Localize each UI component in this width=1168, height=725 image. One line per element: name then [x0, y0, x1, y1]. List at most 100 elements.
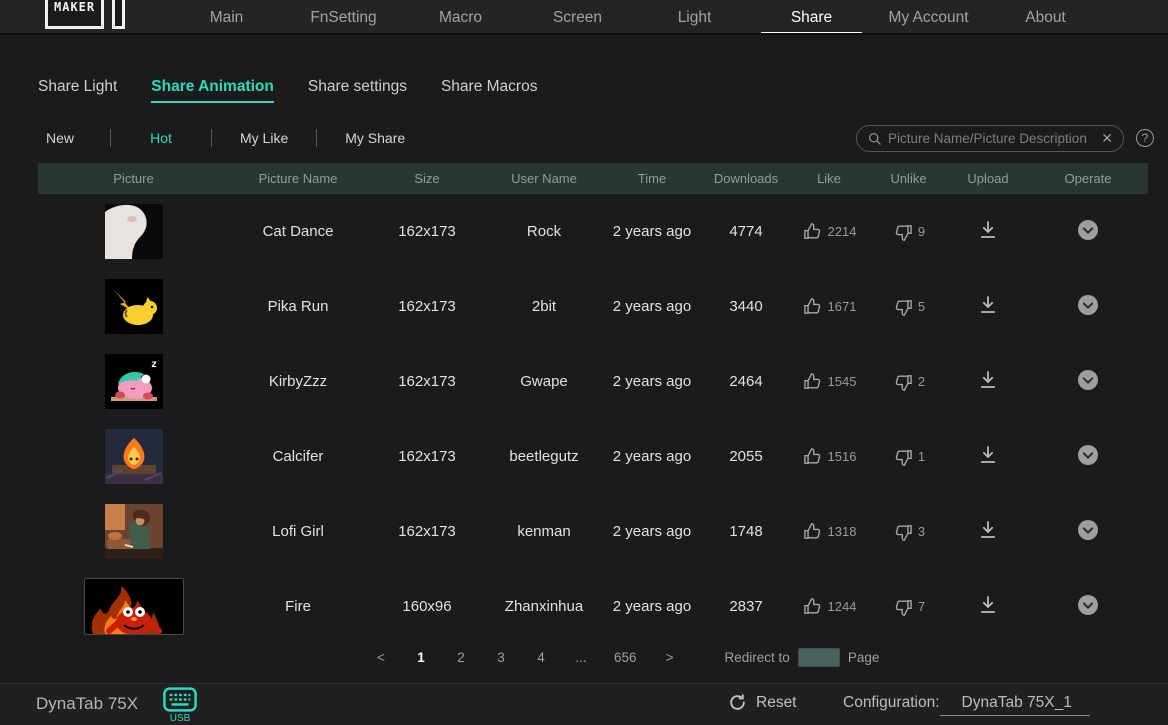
- user-name: Gwape: [520, 373, 568, 390]
- thumbs-down-icon[interactable]: [892, 521, 914, 543]
- download-icon[interactable]: [976, 443, 1000, 467]
- nav-item-share[interactable]: Share: [753, 0, 870, 33]
- thumbs-up-icon[interactable]: [802, 521, 824, 543]
- page-button-4[interactable]: 4: [534, 650, 548, 665]
- tab-share-macros[interactable]: Share Macros: [441, 78, 537, 103]
- upload-time: 2 years ago: [612, 223, 692, 240]
- configuration-label: Configuration:: [843, 694, 940, 711]
- thumbs-down-icon[interactable]: [892, 446, 914, 468]
- download-icon[interactable]: [976, 293, 1000, 317]
- col-downloads: Downloads: [713, 171, 779, 186]
- configuration-group: Configuration: DynaTab 75X_1: [843, 694, 1090, 716]
- thumbnail-cat-dance[interactable]: [104, 204, 163, 259]
- page-button-3[interactable]: 3: [494, 650, 508, 665]
- filter-new[interactable]: New: [38, 130, 82, 146]
- operate-expand-icon[interactable]: [1076, 368, 1100, 392]
- filter-my-share[interactable]: My Share: [345, 130, 405, 146]
- picture-size: 162x173: [398, 223, 456, 240]
- col-size: Size: [414, 171, 440, 186]
- operate-expand-icon[interactable]: [1076, 593, 1100, 617]
- table-row: Calcifer 162x173 beetlegutz 2 years ago …: [38, 419, 1148, 494]
- picture-size: 162x173: [398, 298, 456, 315]
- filter-hot[interactable]: Hot: [139, 130, 183, 146]
- like-count: 1545: [827, 374, 857, 389]
- tab-share-settings[interactable]: Share settings: [308, 78, 407, 103]
- filter-bar: New Hot My Like My Share ✕ ?: [38, 124, 1154, 152]
- download-count: 1748: [729, 523, 763, 540]
- table-row: Fire 160x96 Zhanxinhua 2 years ago 2837 …: [38, 569, 1148, 644]
- page-button-2[interactable]: 2: [454, 650, 468, 665]
- unlike-count: 9: [917, 224, 926, 239]
- configuration-value[interactable]: DynaTab 75X_1: [939, 694, 1090, 716]
- like-count: 2214: [827, 224, 857, 239]
- thumbnail-pika-run[interactable]: [104, 279, 163, 334]
- tab-share-animation[interactable]: Share Animation: [151, 78, 274, 103]
- thumbs-down-icon[interactable]: [892, 596, 914, 618]
- nav-item-main[interactable]: Main: [168, 0, 285, 33]
- page-button-1[interactable]: 1: [414, 650, 428, 665]
- picture-size: 162x173: [398, 448, 456, 465]
- nav-item-about[interactable]: About: [987, 0, 1104, 33]
- logo-maker-box: MAKER: [45, 0, 105, 29]
- tab-share-light[interactable]: Share Light: [38, 78, 117, 103]
- user-name: kenman: [517, 523, 571, 540]
- redirect-page-input[interactable]: [797, 648, 840, 667]
- download-icon[interactable]: [976, 368, 1000, 392]
- divider: [211, 129, 212, 147]
- search-input[interactable]: [888, 130, 1096, 146]
- col-user-name: User Name: [511, 171, 577, 186]
- nav-item-my-account[interactable]: My Account: [870, 0, 987, 33]
- usb-label: USB: [169, 713, 191, 724]
- table-row: Pika Run 162x173 2bit 2 years ago 3440 1…: [38, 269, 1148, 344]
- nav-item-fnsetting[interactable]: FnSetting: [285, 0, 402, 33]
- thumbs-down-icon[interactable]: [892, 221, 914, 243]
- like-count: 1318: [827, 524, 857, 539]
- picture-name: Fire: [285, 598, 311, 615]
- nav-item-screen[interactable]: Screen: [519, 0, 636, 33]
- operate-expand-icon[interactable]: [1076, 443, 1100, 467]
- picture-name: Cat Dance: [262, 223, 334, 240]
- operate-expand-icon[interactable]: [1076, 293, 1100, 317]
- clear-search-icon[interactable]: ✕: [1101, 130, 1113, 147]
- redirect-label: Redirect to: [724, 650, 790, 665]
- thumbnail-calcifer[interactable]: [104, 429, 163, 484]
- thumbs-down-icon[interactable]: [892, 371, 914, 393]
- picture-name: Pika Run: [267, 298, 329, 315]
- nav-item-light[interactable]: Light: [636, 0, 753, 33]
- col-unlike: Unlike: [890, 171, 927, 186]
- table-row: Cat Dance 162x173 Rock 2 years ago 4774 …: [38, 194, 1148, 269]
- usb-connection-button[interactable]: USB: [163, 687, 197, 724]
- col-picture: Picture: [113, 171, 154, 186]
- download-icon[interactable]: [976, 593, 1000, 617]
- page-button-656[interactable]: 656: [614, 650, 637, 665]
- thumbs-up-icon[interactable]: [802, 596, 824, 618]
- thumbnail-lofi-girl[interactable]: [104, 504, 163, 559]
- download-icon[interactable]: [976, 218, 1000, 242]
- upload-time: 2 years ago: [612, 598, 692, 615]
- reset-button-label: Reset: [756, 693, 797, 711]
- thumbnail-fire[interactable]: [83, 578, 184, 635]
- filter-my-like[interactable]: My Like: [240, 130, 288, 146]
- download-count: 4774: [729, 223, 763, 240]
- thumbs-up-icon[interactable]: [802, 446, 824, 468]
- animation-table: Picture Picture Name Size User Name Time…: [38, 163, 1148, 644]
- operate-expand-icon[interactable]: [1076, 218, 1100, 242]
- search-box[interactable]: ✕: [856, 124, 1124, 152]
- operate-expand-icon[interactable]: [1076, 518, 1100, 542]
- thumbs-up-icon[interactable]: [802, 371, 824, 393]
- prev-page-button[interactable]: <: [374, 650, 388, 665]
- thumbs-up-icon[interactable]: [802, 296, 824, 318]
- page-label: Page: [847, 650, 880, 665]
- picture-size: 160x96: [402, 598, 452, 615]
- thumbnail-kirby-zzz[interactable]: z: [104, 354, 163, 409]
- thumbs-down-icon[interactable]: [892, 296, 914, 318]
- user-name: beetlegutz: [509, 448, 579, 465]
- reset-button[interactable]: Reset: [728, 693, 797, 712]
- next-page-button[interactable]: >: [663, 650, 677, 665]
- nav-item-macro[interactable]: Macro: [402, 0, 519, 33]
- like-count: 1671: [827, 299, 857, 314]
- svg-text:z: z: [151, 359, 157, 370]
- help-icon[interactable]: ?: [1136, 129, 1154, 147]
- thumbs-up-icon[interactable]: [802, 221, 824, 243]
- download-icon[interactable]: [976, 518, 1000, 542]
